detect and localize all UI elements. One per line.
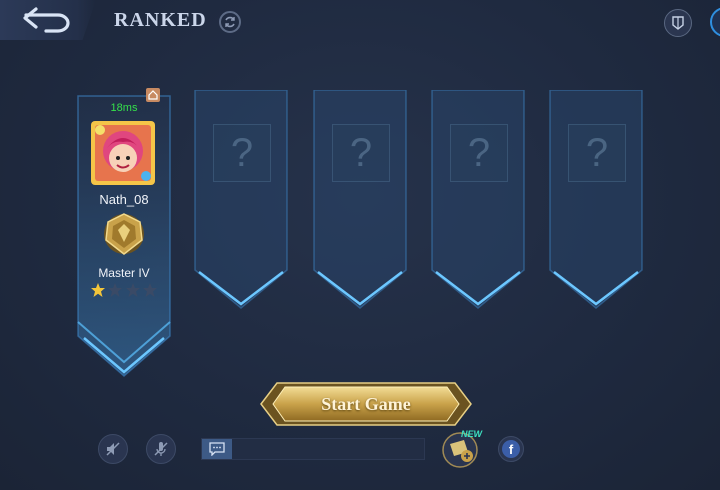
player-slot[interactable]: 18ms Nath_08 Master IV	[76, 86, 172, 378]
slot-placeholder: ?	[213, 124, 271, 182]
avatar[interactable]	[88, 118, 158, 188]
empty-slot[interactable]: ?	[312, 90, 408, 310]
empty-slot[interactable]: ?	[193, 90, 289, 310]
chat-icon	[202, 439, 232, 459]
settings-shield-button[interactable]	[664, 9, 692, 37]
rank-emblem-icon	[100, 210, 148, 258]
empty-slot[interactable]: ?	[548, 90, 644, 310]
slot-banner	[549, 90, 643, 309]
new-badge: NEW	[461, 429, 482, 439]
facebook-icon: f	[502, 440, 520, 458]
side-menu-button[interactable]	[710, 7, 720, 37]
mic-mute-button[interactable]	[146, 434, 176, 464]
header: RANKED	[0, 0, 720, 44]
slot-banner	[194, 90, 288, 309]
mic-muted-icon	[154, 442, 168, 456]
star-filled-icon	[91, 283, 105, 297]
back-button[interactable]	[0, 0, 96, 40]
page-title: RANKED	[114, 9, 207, 31]
slot-placeholder: ?	[332, 124, 390, 182]
rank-label: Master IV	[98, 266, 150, 280]
slot-placeholder: ?	[450, 124, 508, 182]
start-game-label: Start Game	[321, 394, 411, 414]
slot-placeholder: ?	[568, 124, 626, 182]
slot-banner	[431, 90, 525, 309]
star-empty-icon	[142, 283, 157, 297]
home-icon	[146, 88, 160, 102]
start-game-button[interactable]: Start Game	[259, 381, 473, 427]
rank-stars	[90, 282, 158, 298]
slot-banner	[313, 90, 407, 309]
star-empty-icon	[125, 283, 140, 297]
chat-input[interactable]	[201, 438, 425, 460]
facebook-share-button[interactable]: f	[498, 436, 524, 462]
ping-latency: 18ms	[110, 102, 138, 114]
speaker-muted-icon	[106, 442, 120, 456]
star-empty-icon	[108, 283, 123, 297]
back-arrow-icon	[23, 7, 70, 33]
refresh-button[interactable]	[219, 11, 241, 33]
shield-icon	[672, 16, 684, 30]
empty-slot[interactable]: ?	[430, 90, 526, 310]
speaker-mute-button[interactable]	[98, 434, 128, 464]
refresh-icon	[225, 16, 235, 28]
player-name: Nath_08	[99, 192, 149, 207]
